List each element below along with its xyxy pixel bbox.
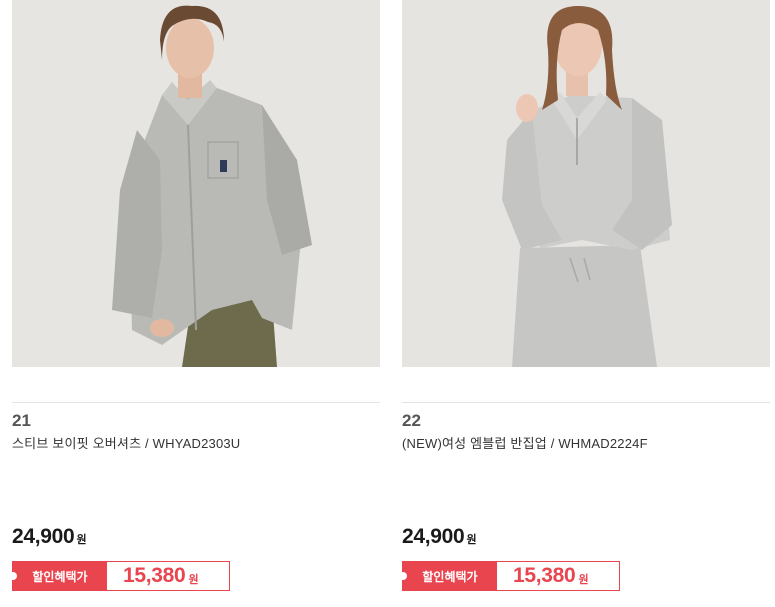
discount-price-box: 할인혜택가 15,380 원 xyxy=(399,561,620,591)
badge-notch xyxy=(9,572,17,580)
product-card[interactable]: 22 (NEW)여성 엠블럽 반집업 / WHMAD2224F 24,900 원… xyxy=(399,0,770,607)
price-unit: 원 xyxy=(466,534,477,546)
product-price: 24,900 xyxy=(402,525,465,548)
product-rank: 21 xyxy=(12,411,31,430)
product-name[interactable]: 스티브 보이핏 오버셔츠 / WHYAD2303U xyxy=(12,433,240,452)
product-rank: 22 xyxy=(402,411,421,430)
product-card[interactable]: 21 스티브 보이핏 오버셔츠 / WHYAD2303U 24,900 원 할인… xyxy=(9,0,380,607)
product-image[interactable] xyxy=(402,0,770,367)
discount-price-box: 할인혜택가 15,380 원 xyxy=(9,561,230,591)
badge-notch xyxy=(399,572,407,580)
product-name[interactable]: (NEW)여성 엠블럽 반집업 / WHMAD2224F xyxy=(402,433,648,452)
discount-unit: 원 xyxy=(578,574,589,586)
discount-price: 15,380 xyxy=(513,564,576,587)
discount-label: 할인혜택가 xyxy=(32,569,88,584)
discount-badge: 할인혜택가 xyxy=(399,562,497,590)
discount-badge: 할인혜택가 xyxy=(9,562,107,590)
discount-label: 할인혜택가 xyxy=(422,569,478,584)
product-image[interactable] xyxy=(12,0,380,367)
divider xyxy=(402,402,770,403)
discount-unit: 원 xyxy=(188,574,199,586)
price-row: 24,900 원 xyxy=(12,525,87,549)
price-row: 24,900 원 xyxy=(402,525,477,549)
price-unit: 원 xyxy=(76,534,87,546)
divider xyxy=(12,402,380,403)
discount-price: 15,380 xyxy=(123,564,186,587)
product-price: 24,900 xyxy=(12,525,75,548)
